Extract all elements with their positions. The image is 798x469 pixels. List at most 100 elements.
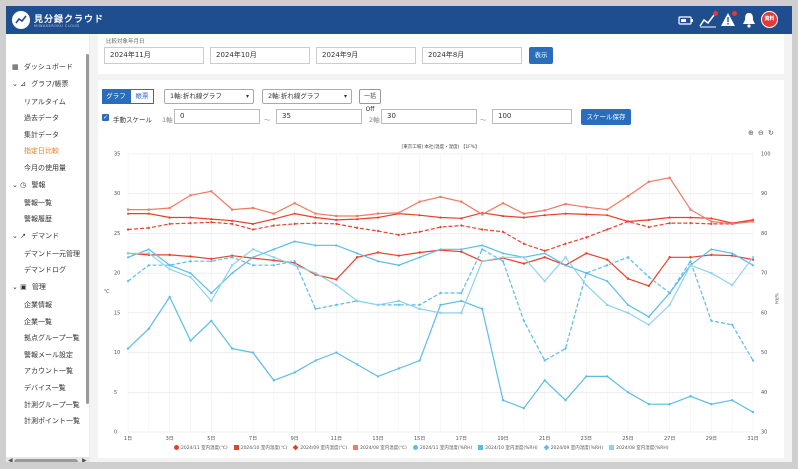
series-0-point [272,259,276,262]
sidebar-item-3[interactable]: 過去データ [6,111,90,125]
sidebar-item-14[interactable]: 企業情報 [6,298,90,312]
sidebar-item-label: 警報履歴 [24,215,52,224]
legend-item[interactable]: 2024/08 室内湿度(%RH) [609,445,669,451]
series-4-point [335,351,338,354]
battery-icon[interactable] [678,12,694,28]
axis1-min-input[interactable]: 0 [174,109,260,124]
manual-scale-checkbox[interactable]: ✓ [102,114,109,121]
series-3-point [439,195,442,198]
user-avatar-icon[interactable]: 資料 [761,11,778,28]
series-3-point [751,220,755,223]
axis1-label: 1軸 [162,116,173,124]
chart-alert-icon[interactable] [699,11,718,28]
series-6-point [605,263,609,267]
tab-table[interactable]: 帳票 [130,89,154,104]
sidebar-item-19[interactable]: デバイス一覧 [6,381,90,395]
sidebar-item-11[interactable]: デマンド一元管理 [6,247,90,261]
sidebar-item-9[interactable]: 警報履歴 [6,212,90,226]
axis2-chart-type-select[interactable]: 2軸:折れ線グラフ ▾ [262,89,352,104]
series-2-point [460,223,463,227]
save-scale-button[interactable]: スケール保存 [581,109,631,125]
scroll-right-arrow-icon[interactable]: ▶ [82,457,87,462]
sidebar-item-label: グラフ/帳票 [31,79,69,88]
legend-item[interactable]: 2024/10 室内湿度(%RH) [478,445,538,451]
sidebar-item-4[interactable]: 集計データ [6,128,90,142]
series-2-point [147,226,151,230]
compare-date-input-1[interactable]: 2024年11月 [104,47,204,64]
series-0-point [522,262,526,265]
axis1-chart-type-select[interactable]: 1軸:折れ線グラフ ▾ [164,89,254,104]
series-3-point [689,208,692,211]
legend-item[interactable]: 2024/09 室内湿度(%RH) [543,444,604,451]
legend-item[interactable]: 2024/10 室内温度(℃) [233,445,287,451]
app-logo-icon[interactable] [12,11,30,29]
series-4-point [647,403,651,406]
series-2-point [710,222,713,226]
sidebar-item-18[interactable]: アカウント一覧 [6,364,90,378]
tab-graph[interactable]: グラフ [102,89,130,104]
sidebar-scrollbar[interactable] [86,54,89,404]
series-0-point [418,251,421,254]
sidebar-item-0[interactable]: ▦ ダッシュボード [6,60,90,74]
sidebar-item-7[interactable]: ⌄ ◷ 警報 [6,178,90,192]
sidebar-item-12[interactable]: デマンドログ [6,263,90,277]
sidebar-item-label: 警報メール設定 [24,350,73,359]
series-2-point [189,221,192,225]
sidebar-item-label: アカウント一覧 [24,367,73,376]
legend-item[interactable]: 2024/11 室内温度(℃) [174,445,228,451]
zoom-in-icon[interactable]: ⊕ [748,129,754,137]
zoom-out-icon[interactable]: ⊖ [758,129,764,137]
legend-item[interactable]: 2024/08 室内温度(℃) [353,445,407,451]
sidebar-item-10[interactable]: ⌄ ↗ デマンド [6,229,90,243]
y2-tick-label: 70 [761,271,767,277]
bell-icon[interactable] [742,12,756,28]
sidebar-item-20[interactable]: 計測グループ一覧 [6,398,90,412]
series-4-point [751,410,755,414]
sidebar-item-17[interactable]: 警報メール設定 [6,348,90,362]
sidebar-item-1[interactable]: ⌄ ⊿ グラフ/帳票 [6,77,90,91]
sidebar-horizontal-scrollbar[interactable] [14,459,78,462]
scroll-left-arrow-icon[interactable]: ◀ [8,457,13,462]
series-2-point [210,220,213,224]
sidebar-item-13[interactable]: ⌄ ▣ 管理 [6,280,90,294]
axis2-max-input[interactable]: 100 [492,109,572,124]
axis1-max-input[interactable]: 35 [276,109,362,124]
app-brand-subtitle: MIWAKEROKU CLOUD [34,24,80,28]
x-tick-label: 27日 [664,436,675,442]
compare-date-input-3[interactable]: 2024年9月 [316,47,416,64]
compare-date-input-4[interactable]: 2024年8月 [422,47,522,64]
sidebar-item-16[interactable]: 拠点グループ一覧 [6,331,90,345]
reset-zoom-icon[interactable]: ↻ [768,129,774,137]
legend-item[interactable]: 2024/09 室内温度(℃) [293,444,347,451]
sidebar-item-15[interactable]: 企業一覧 [6,315,90,329]
series-2-point [480,227,484,231]
sidebar-item-6[interactable]: 今月の使用量 [6,161,90,175]
bulk-off-button[interactable]: 一括Off [359,89,381,113]
series-0-point [168,253,171,257]
legend-label: 2024/09 室内湿度(%RH) [550,446,604,451]
axis2-min-input[interactable]: 30 [381,109,477,124]
series-0-point [626,277,630,280]
series-4-point [460,299,463,303]
y2-tick-label: 50 [761,350,767,356]
sidebar-item-label: 計測ポイント一覧 [24,417,80,426]
legend-marker-icon [609,445,615,450]
top-navigation-bar: 見分録クラウド MIWAKEROKU CLOUD 資料 [6,6,792,34]
sidebar-item-5[interactable]: 指定日比較 [6,144,90,158]
legend-item[interactable]: 2024/11 室内湿度(%RH) [412,445,472,451]
series-4-point [230,347,234,350]
chart-title: [東京工場] 本社(温度・湿度) 【1F%】 [401,143,479,150]
sidebar-item-8[interactable]: 警報一覧 [6,196,90,210]
series-2-point [522,242,526,246]
show-button[interactable]: 表示 [529,47,553,64]
series-3-point [189,194,192,197]
sidebar-item-label: 今月の使用量 [24,164,66,172]
warning-icon[interactable] [720,11,737,28]
series-2-point [397,233,401,237]
sidebar-item-21[interactable]: 計測ポイント一覧 [6,414,90,428]
compare-date-input-2[interactable]: 2024年10月 [210,47,310,64]
series-7-point [376,303,380,307]
sidebar-item-2[interactable]: リアルタイム [6,95,90,109]
sidebar-item-label: 拠点グループ一覧 [24,334,80,343]
series-2-point [418,230,421,234]
